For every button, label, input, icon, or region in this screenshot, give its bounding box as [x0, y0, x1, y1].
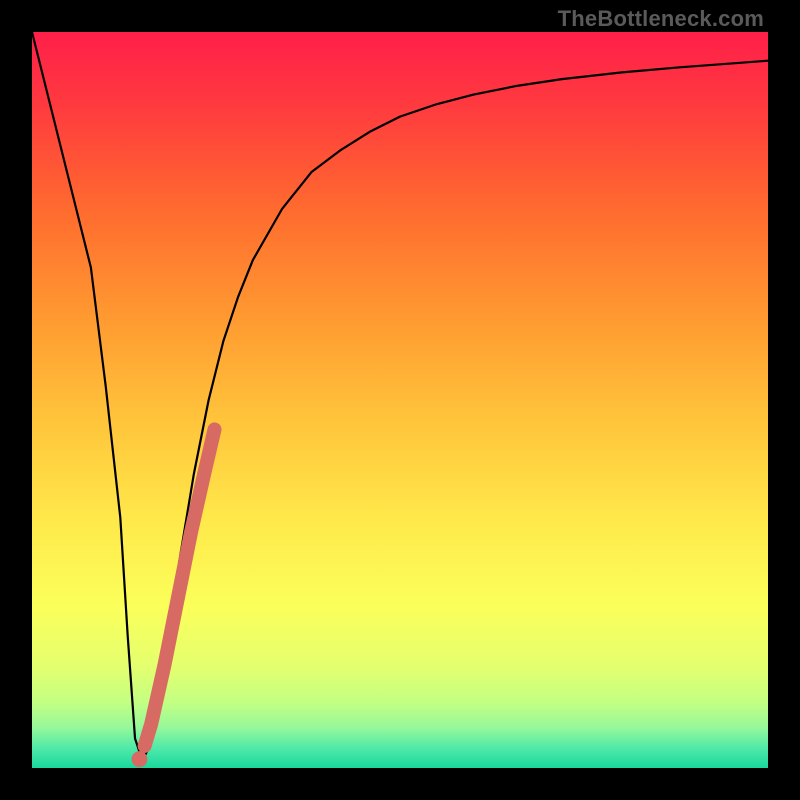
- highlight-dot: [131, 751, 147, 767]
- watermark-text: TheBottleneck.com: [558, 6, 764, 32]
- curve-layer: [32, 32, 768, 768]
- bottleneck-curve: [32, 32, 768, 761]
- plot-area: [32, 32, 768, 768]
- highlight-segment: [145, 429, 215, 745]
- chart-frame: TheBottleneck.com: [0, 0, 800, 800]
